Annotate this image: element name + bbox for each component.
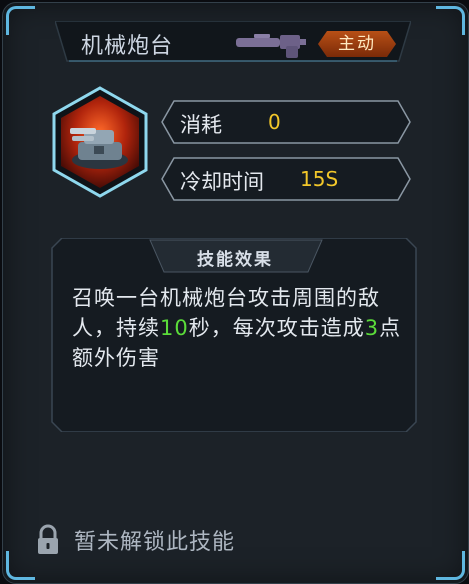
stat-row-cost: 消耗 0 [160,99,412,145]
stat-row-cooldown: 冷却时间 15S [160,156,412,202]
stat-value: 0 [268,110,281,134]
frame-corner [436,551,465,580]
frame-corner [436,6,465,35]
effect-description: 召唤一台机械炮台攻击周围的敌人，持续10秒，每次攻击造成3点额外伤害 [72,283,402,373]
skill-name: 机械炮台 [80,34,173,59]
lock-icon [36,524,60,560]
locked-status-text: 暂未解锁此技能 [74,530,236,555]
frame-corner [6,551,35,580]
effect-damage-value: 3 [364,316,380,340]
stat-label: 冷却时间 [180,170,264,194]
frame-corner [6,6,35,35]
rifle-icon [234,30,308,64]
stat-value: 15S [300,167,339,191]
effect-header: 技能效果 [197,250,273,270]
skill-type-badge: 主动 [318,31,396,57]
effect-text: 秒，每次攻击造成 [188,316,365,340]
stat-label: 消耗 [180,113,222,137]
effect-duration-value: 10 [160,316,189,340]
turret-icon [52,86,148,198]
skill-icon-frame [50,86,150,202]
